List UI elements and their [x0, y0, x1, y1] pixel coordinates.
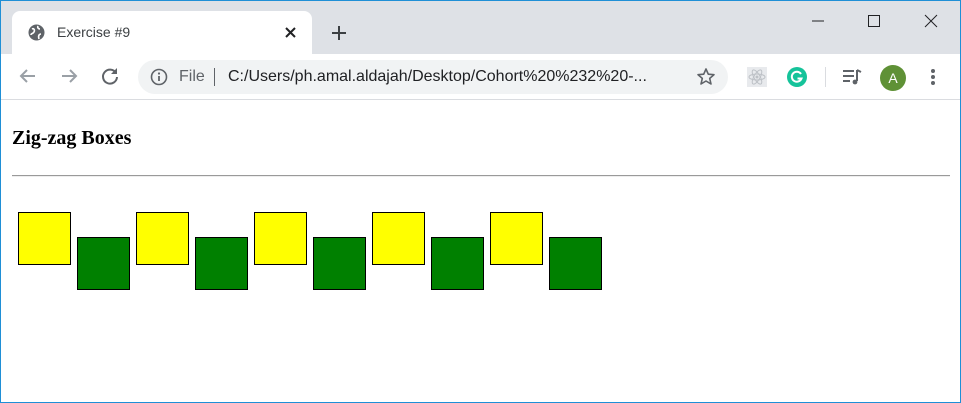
- react-devtools-icon[interactable]: [746, 66, 768, 88]
- plus-icon[interactable]: [328, 22, 350, 44]
- green-box: [549, 237, 602, 290]
- maximize-icon[interactable]: [862, 9, 886, 33]
- tab-title: Exercise #9: [57, 24, 131, 40]
- green-box: [77, 237, 130, 290]
- green-box: [431, 237, 484, 290]
- page-title: Zig-zag Boxes: [12, 127, 132, 149]
- globe-icon: [28, 24, 45, 41]
- browser-window: Exercise #9 File C:/Users/ph.amal.aldaja…: [0, 0, 961, 403]
- window-close-icon[interactable]: [919, 9, 943, 33]
- minimize-icon[interactable]: [806, 9, 830, 33]
- omnibox-separator: [214, 68, 215, 86]
- browser-toolbar: File C:/Users/ph.amal.aldajah/Desktop/Co…: [1, 54, 960, 100]
- tab-exercise[interactable]: Exercise #9: [12, 11, 312, 54]
- info-icon[interactable]: [150, 68, 168, 86]
- url-text[interactable]: C:/Users/ph.amal.aldajah/Desktop/Cohort%…: [228, 68, 688, 86]
- reading-list-icon[interactable]: [841, 66, 863, 88]
- yellow-box: [254, 212, 307, 265]
- scheme-label: File: [179, 68, 205, 85]
- yellow-box: [372, 212, 425, 265]
- grammarly-icon[interactable]: [786, 66, 808, 88]
- avatar[interactable]: A: [880, 65, 906, 91]
- page-content: Zig-zag Boxes: [1, 101, 960, 402]
- green-box: [195, 237, 248, 290]
- kebab-menu-icon[interactable]: [922, 66, 944, 88]
- address-bar[interactable]: File C:/Users/ph.amal.aldajah/Desktop/Co…: [138, 60, 728, 94]
- tab-strip: Exercise #9: [1, 1, 960, 54]
- toolbar-divider: [825, 67, 826, 87]
- forward-arrow-icon[interactable]: [57, 64, 81, 88]
- back-arrow-icon[interactable]: [16, 64, 40, 88]
- star-icon[interactable]: [696, 67, 716, 87]
- green-box: [313, 237, 366, 290]
- yellow-box: [18, 212, 71, 265]
- horizontal-rule: [12, 175, 950, 177]
- yellow-box: [490, 212, 543, 265]
- reload-icon[interactable]: [98, 64, 122, 88]
- yellow-box: [136, 212, 189, 265]
- close-icon[interactable]: [282, 24, 299, 41]
